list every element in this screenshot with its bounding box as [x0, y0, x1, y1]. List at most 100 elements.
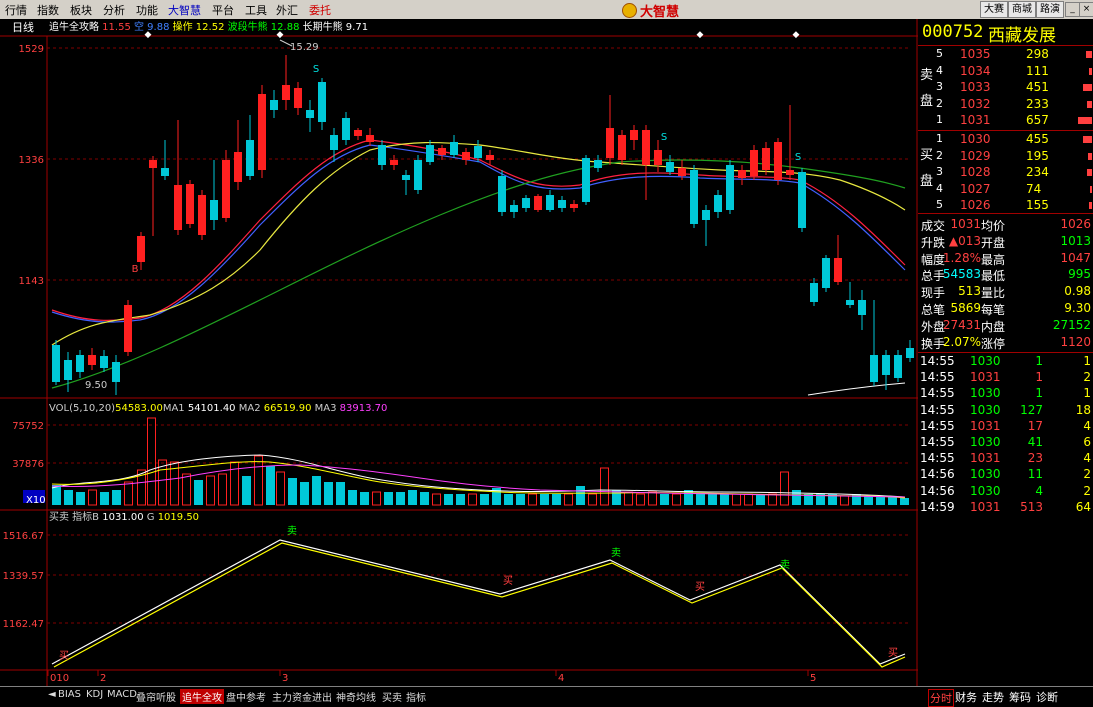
panel-tab[interactable]: 诊断 [1036, 689, 1058, 705]
contest-button[interactable]: 大赛 [980, 1, 1008, 18]
order-volume: 657 [1026, 113, 1049, 127]
menu-item[interactable]: 功能 [136, 2, 158, 18]
volume-bar [76, 492, 85, 505]
level: 4 [936, 181, 943, 195]
menu-item[interactable]: 外汇 [276, 2, 298, 18]
candle-body [594, 160, 602, 168]
axis-label: 1516.67 [3, 531, 44, 542]
indicator-tab[interactable]: 买卖 [380, 689, 404, 704]
tick-price: 1030 [970, 402, 1001, 417]
menu-bar: 行情 指数 板块 分析 功能 大智慧 平台 工具 外汇 委托 大智慧 大赛 商城 路演 _ × [0, 0, 1093, 20]
indicator-tab[interactable]: 盘中参考 [224, 689, 268, 704]
bid-row: 3 1028 234 [918, 165, 1093, 181]
candle-body [666, 162, 674, 172]
candle-body [294, 88, 302, 108]
candle-body [822, 258, 830, 288]
depth-bar [1090, 185, 1092, 193]
tick-volume: 1 [1035, 386, 1043, 401]
tick-time: 14:55 [920, 370, 955, 385]
candle-body [234, 152, 242, 182]
indicator-tab[interactable]: 指标 [404, 689, 428, 704]
candle-body [702, 210, 710, 220]
legend-part: 83913.70 [340, 403, 388, 414]
quote-value: 27431 [942, 317, 981, 332]
indicator-tab[interactable]: 神奇均线 [334, 689, 378, 704]
legend-part: 长期牛熊 [299, 20, 345, 33]
menu-item[interactable]: 委托 [309, 2, 331, 18]
menu-item[interactable]: 分析 [103, 2, 125, 18]
period-label[interactable]: 日线 [12, 20, 34, 34]
tick-row: 14:55 1031 1 2 [918, 370, 1093, 386]
tick-volume: 1 [1035, 370, 1043, 385]
menu-item[interactable]: 指数 [37, 2, 59, 18]
menu-item[interactable]: 板块 [70, 2, 92, 18]
menu-item[interactable]: 行情 [5, 2, 27, 18]
tick-time: 14:55 [920, 451, 955, 466]
quote-label: 成交 [921, 219, 946, 233]
tick-row: 14:55 1030 1 1 [918, 386, 1093, 402]
volume-bar [876, 496, 885, 505]
panel-tab[interactable]: 筹码 [1009, 689, 1031, 705]
tick-count: 4 [1083, 451, 1091, 466]
tick-count: 64 [1075, 499, 1091, 514]
tick-price: 1030 [970, 435, 1001, 449]
legend-part: 12.88 [271, 22, 300, 33]
indicator-tab[interactable]: BIAS [56, 689, 83, 700]
candle-body [378, 145, 386, 165]
order-price: 1029 [960, 148, 991, 163]
kline-chart[interactable]: 日线 追牛全攻略 11.55 空 9.88 操作 12.52 波段牛熊 12.8… [0, 19, 918, 687]
candle-body [330, 135, 338, 150]
candle-body [558, 200, 566, 208]
tick-time: 14:55 [920, 435, 955, 449]
candle-body [810, 283, 818, 302]
menu-item[interactable]: 平台 [212, 2, 234, 18]
candle-body [76, 355, 84, 372]
level: 1 [936, 113, 943, 126]
candle-body [450, 142, 458, 155]
minimize-icon[interactable]: _ [1065, 2, 1080, 17]
order-price: 1026 [960, 198, 991, 212]
order-price: 1033 [960, 80, 991, 94]
menu-item[interactable]: 工具 [245, 2, 267, 18]
candle-body [798, 172, 806, 228]
quote-value: 2.07% [942, 334, 981, 349]
tick-volume: 11 [1027, 467, 1043, 482]
volume-bar [112, 490, 121, 505]
tick-row: 14:55 1031 17 4 [918, 419, 1093, 435]
bid-row: 4 1027 74 [918, 182, 1093, 198]
legend-part: 54583.00 [115, 403, 163, 414]
candle-body [88, 355, 96, 365]
volume-bar [420, 492, 429, 505]
close-icon[interactable]: × [1079, 2, 1093, 17]
quote-value: 1026 [1060, 217, 1091, 231]
quote-value: 27152 [1052, 317, 1091, 332]
tick-volume: 23 [1027, 451, 1043, 466]
indicator-tab[interactable]: KDJ [84, 689, 105, 700]
panel-tab[interactable]: 财务 [955, 689, 977, 705]
volume-bar [194, 480, 203, 505]
mall-button[interactable]: 商城 [1008, 1, 1036, 18]
volume-bar [64, 490, 73, 505]
date-label: 010 [50, 673, 69, 684]
quote-row: 总手 54583 最低 995 [918, 267, 1093, 283]
roadshow-button[interactable]: 路演 [1036, 1, 1064, 18]
order-volume: 234 [1026, 165, 1049, 179]
depth-bar [1087, 100, 1092, 108]
panel-tab[interactable]: 分时 [928, 689, 954, 707]
indicator-tab[interactable]: 主力资金进出 [270, 689, 334, 704]
buy-marker: 买 [503, 575, 513, 587]
volume-bar [408, 490, 417, 505]
volume-legend: VOL(5,10,20)54583.00MA1 54101.40 MA2 665… [49, 403, 387, 414]
indicator-tab[interactable]: 叠帘听股 [134, 689, 178, 704]
tick-row: 14:55 1030 41 6 [918, 435, 1093, 451]
candle-body [498, 176, 506, 212]
candle-body [112, 362, 120, 382]
order-price: 1031 [960, 113, 991, 127]
panel-tab[interactable]: 走势 [982, 689, 1004, 705]
candle-body [438, 148, 446, 155]
candle-body [258, 94, 266, 170]
indicator-tab[interactable]: 追牛全攻 [180, 689, 224, 704]
menu-item[interactable]: 大智慧 [168, 2, 201, 18]
tick-volume: 41 [1027, 435, 1043, 449]
tick-row: 14:55 1030 127 18 [918, 403, 1093, 419]
